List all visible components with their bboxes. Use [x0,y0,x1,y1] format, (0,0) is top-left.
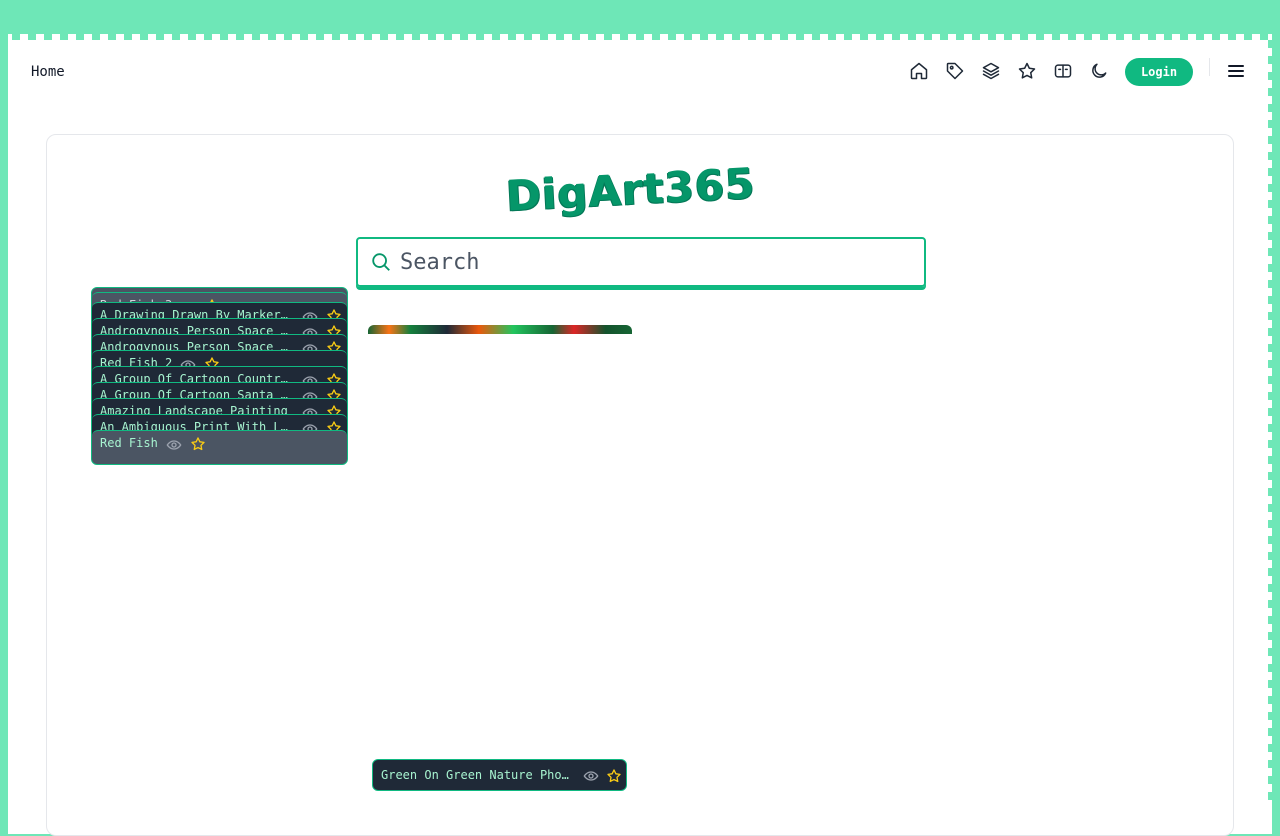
page-frame: Home Login DigArt365 Search A Drawing Dr… [15,42,1265,836]
content-card: DigArt365 Red Fish 3A Drawing Drawn By M… [46,134,1234,836]
site-logo[interactable]: DigArt365 [505,159,757,221]
eye-icon[interactable] [166,437,182,453]
star-icon[interactable] [1017,61,1037,81]
artwork-caption-card[interactable]: Green On Green Nature Photography [372,759,627,791]
stacked-card[interactable]: Red Fish [92,430,347,456]
search-bar [356,237,926,287]
layers-icon[interactable] [981,61,1001,81]
hamburger-menu-icon[interactable] [1227,62,1245,80]
nav-icon-group [909,61,1109,81]
login-button[interactable]: Login [1125,58,1193,86]
artwork-thumbnail[interactable] [368,325,632,334]
moon-icon[interactable] [1089,61,1109,81]
star-icon[interactable] [606,768,622,784]
star-icon[interactable] [190,436,206,452]
header-divider [1209,58,1210,76]
home-icon[interactable] [909,61,929,81]
ticket-icon[interactable] [1053,61,1073,81]
home-link[interactable]: Home [31,64,65,80]
stacked-card-list: Red Fish 3A Drawing Drawn By Marker PenA… [91,287,348,465]
artwork-title: Green On Green Nature Photography [381,768,571,782]
eye-icon[interactable] [583,768,599,784]
search-icon [372,253,390,271]
tag-icon[interactable] [945,61,965,81]
top-navbar: Home Login [15,42,1265,102]
search-input[interactable] [398,245,902,279]
